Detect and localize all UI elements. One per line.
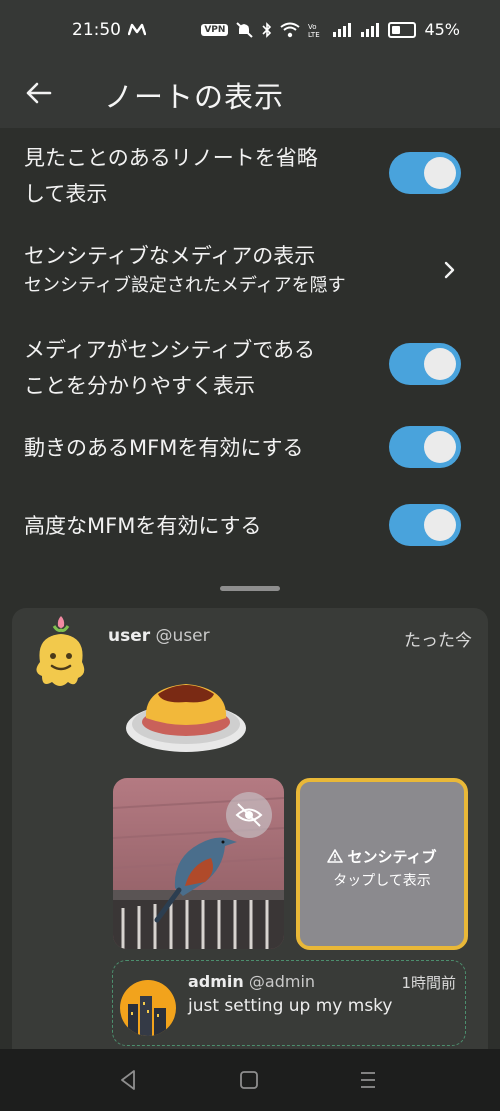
toggle-knob	[424, 431, 456, 463]
toggle-knob	[424, 509, 456, 541]
pudding-emoji	[126, 684, 246, 752]
setting-label: センシティブなメディアの表示 センシティブ設定されたメディアを隠す	[24, 240, 346, 300]
volte-icon: VoLTE	[308, 23, 320, 38]
toggle-knob	[424, 348, 456, 380]
signal-icon	[361, 22, 380, 37]
nav-home-icon[interactable]	[238, 1067, 260, 1093]
quote-text: just setting up my msky	[188, 996, 393, 1016]
vpn-icon: VPN	[201, 23, 229, 36]
status-icons: VPN Vo LTE 45%	[201, 20, 460, 39]
sensitive-tap-hint: タップして表示	[333, 873, 431, 889]
setting-label: 動きのあるMFMを有効にする	[24, 436, 304, 460]
setting-label: 見たことのあるリノートを省略 して表示	[24, 140, 318, 212]
svg-text:Vo: Vo	[308, 23, 317, 31]
setting-label-line2: ことを分かりやすく表示	[24, 374, 255, 398]
wifi-icon	[280, 22, 301, 37]
sheet-drag-handle[interactable]	[220, 586, 280, 591]
chevron-right-icon	[444, 261, 455, 279]
bluetooth-icon	[262, 21, 272, 38]
status-bar: 21:50 VPN Vo LTE 45%	[0, 0, 500, 62]
nav-recents-icon[interactable]	[358, 1067, 378, 1093]
setting-highlight-sensitive[interactable]: メディアがセンシティブである ことを分かりやすく表示	[0, 332, 500, 408]
sensitive-label: センシティブ	[347, 848, 437, 866]
warning-icon	[327, 849, 344, 863]
advanced-mfm-toggle[interactable]	[389, 504, 461, 546]
collapse-renotes-toggle[interactable]	[389, 152, 461, 194]
setting-subtitle: センシティブ設定されたメディアを隠す	[24, 275, 346, 296]
note-time[interactable]: たった今	[404, 626, 472, 651]
highlight-sensitive-toggle[interactable]	[389, 343, 461, 385]
sensitive-label-line: センシティブ	[300, 846, 464, 867]
quote-user-handle[interactable]: @admin	[249, 972, 315, 991]
user-handle[interactable]: @user	[156, 626, 210, 646]
status-time: 21:50	[72, 20, 121, 40]
quote-user-line: admin @admin	[188, 972, 315, 991]
battery-icon	[388, 21, 417, 38]
quote-time[interactable]: 1時間前	[401, 972, 456, 993]
setting-label: メディアがセンシティブである ことを分かりやすく表示	[24, 332, 315, 404]
setting-label: 高度なMFMを有効にする	[24, 514, 262, 538]
toggle-knob	[424, 157, 456, 189]
setting-title: センシティブなメディアの表示	[24, 244, 316, 268]
svg-text:LTE: LTE	[308, 31, 320, 38]
mute-icon	[236, 21, 254, 38]
quote-user-name[interactable]: admin	[188, 972, 244, 991]
setting-sensitive-media[interactable]: センシティブなメディアの表示 センシティブ設定されたメディアを隠す	[0, 240, 500, 304]
setting-animated-mfm[interactable]: 動きのあるMFMを有効にする	[0, 426, 500, 468]
arrow-left-icon[interactable]	[24, 74, 64, 114]
user-avatar[interactable]	[30, 612, 92, 692]
admin-avatar[interactable]	[120, 980, 176, 1036]
setting-label-line1: 見たことのあるリノートを省略	[24, 146, 318, 170]
system-nav-bar	[0, 1049, 500, 1111]
animated-mfm-toggle[interactable]	[389, 426, 461, 468]
user-name-line: user @user	[108, 626, 210, 646]
signal-icon	[333, 22, 352, 37]
user-name[interactable]: user	[108, 626, 150, 646]
page-title: ノートの表示	[104, 80, 285, 114]
battery-percent: 45%	[424, 20, 460, 39]
misskey-icon	[128, 23, 146, 36]
setting-label-line2: して表示	[24, 182, 108, 206]
setting-advanced-mfm[interactable]: 高度なMFMを有効にする	[0, 504, 500, 546]
eye-slash-icon[interactable]	[226, 792, 272, 838]
app-bar: ノートの表示	[0, 62, 500, 128]
nav-back-icon[interactable]	[118, 1067, 138, 1093]
setting-label-line1: メディアがセンシティブである	[24, 338, 316, 362]
setting-collapse-renotes[interactable]: 見たことのあるリノートを省略 して表示	[0, 140, 500, 216]
sensitive-media-cover[interactable]: センシティブ タップして表示	[296, 778, 468, 950]
